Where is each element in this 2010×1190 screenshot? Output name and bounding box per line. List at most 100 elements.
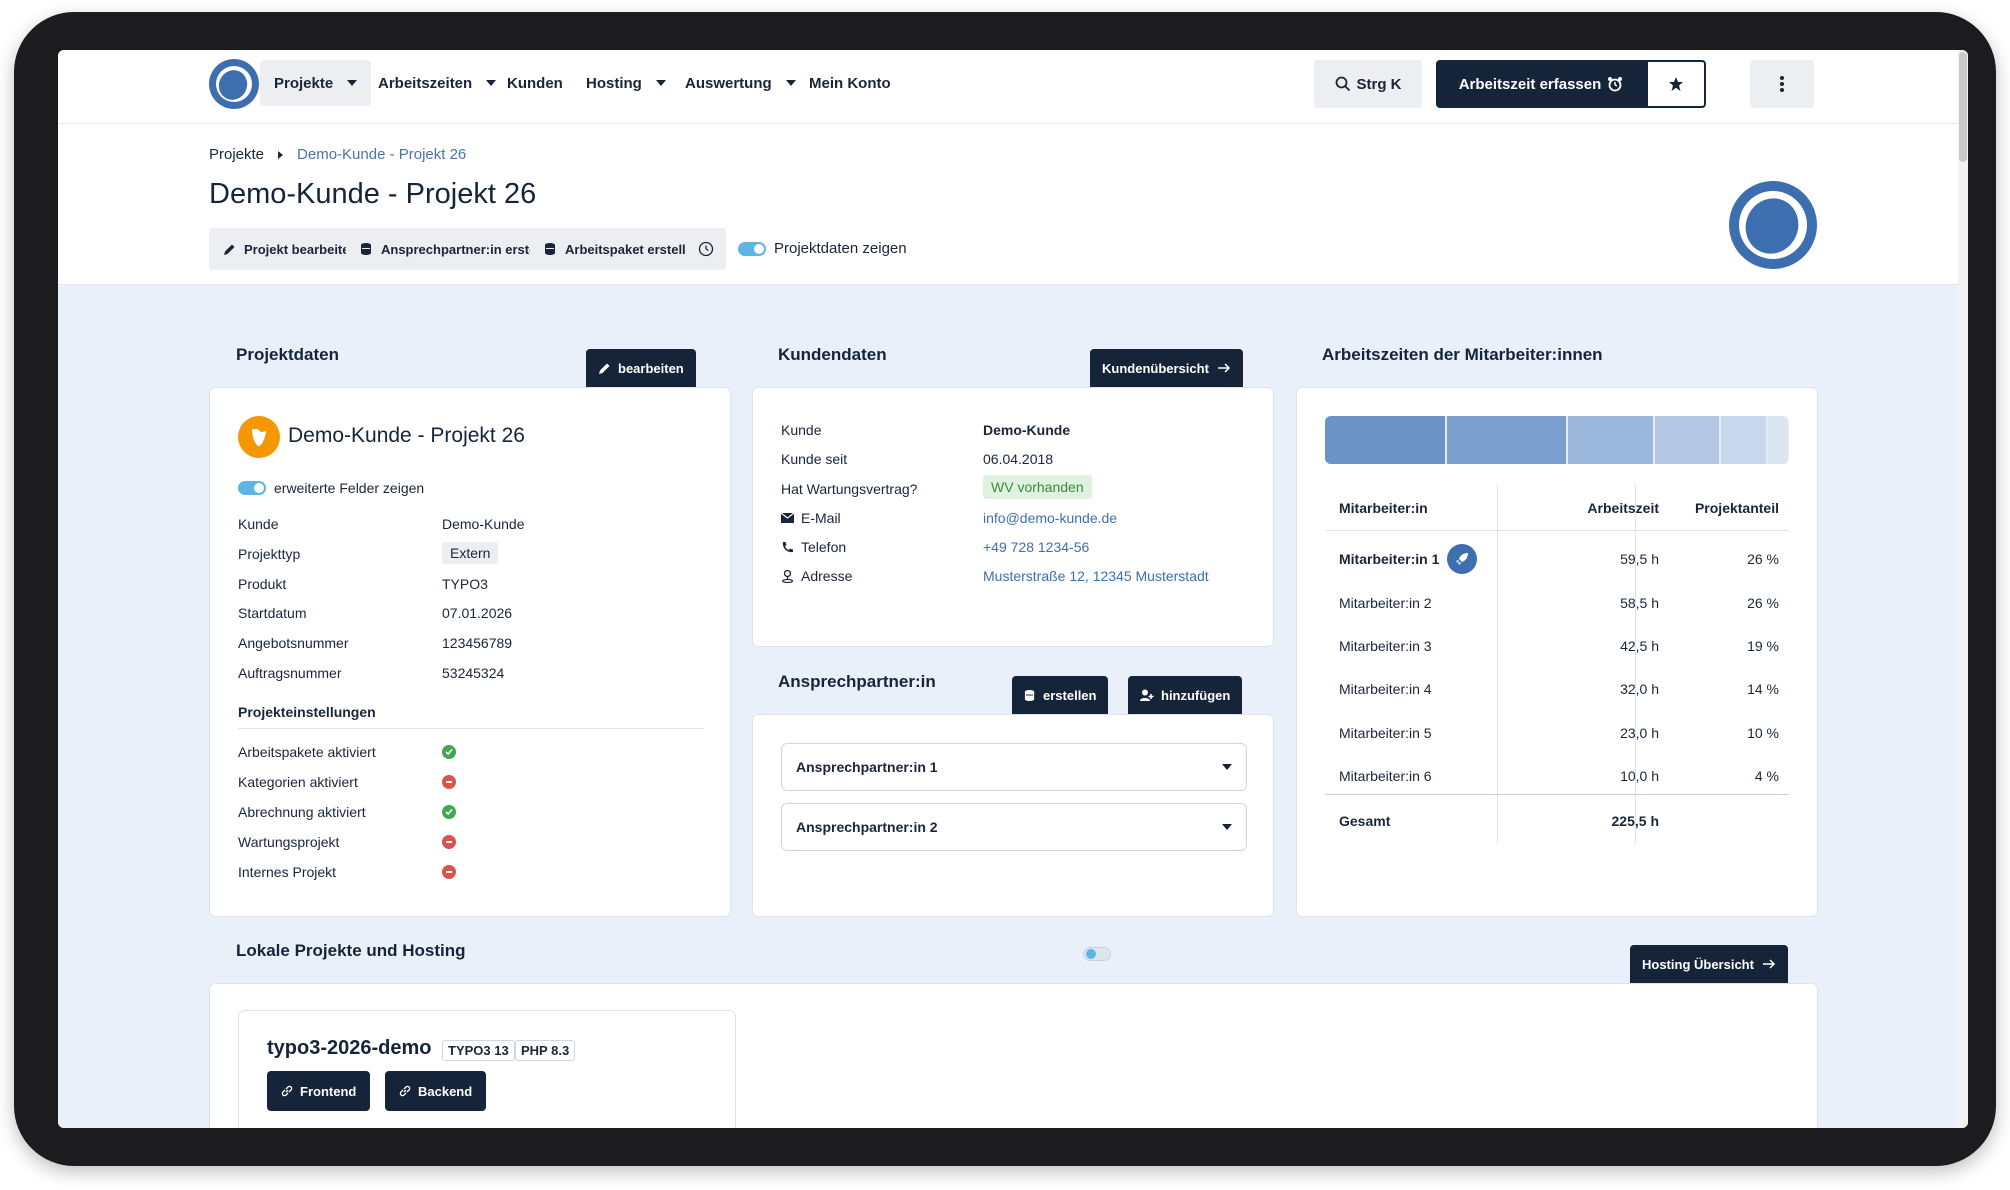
envelope-icon bbox=[781, 513, 794, 523]
pencil-icon bbox=[599, 363, 610, 374]
table-cell-share: 26 % bbox=[1747, 595, 1779, 611]
caret-down-icon bbox=[1222, 824, 1232, 830]
extended-fields-label: erweiterte Felder zeigen bbox=[274, 480, 425, 496]
history-button[interactable] bbox=[686, 228, 726, 270]
section-title-kundendaten: Kundendaten bbox=[778, 345, 887, 364]
divider bbox=[1325, 530, 1789, 531]
nav-label: Arbeitszeiten bbox=[378, 74, 473, 92]
worktime-stacked-bar bbox=[1325, 416, 1789, 464]
arrow-right-icon bbox=[1217, 363, 1230, 373]
field-label: Projekttyp bbox=[238, 546, 301, 562]
contact-dropdown[interactable]: Ansprechpartner:in 2 bbox=[781, 803, 1247, 851]
track-time-button[interactable]: Arbeitszeit erfassen bbox=[1436, 60, 1646, 108]
table-row-name: Mitarbeiter:in 3 bbox=[1339, 638, 1432, 654]
nav-projekte[interactable]: Projekte bbox=[260, 60, 372, 106]
customer-overview-button[interactable]: Kundenübersicht bbox=[1090, 349, 1243, 387]
project-card-title: Demo-Kunde - Projekt 26 bbox=[288, 424, 525, 447]
nav-arbeitszeiten[interactable]: Arbeitszeiten bbox=[364, 60, 510, 106]
page-title: Demo-Kunde - Projekt 26 bbox=[209, 178, 537, 210]
column-header: Projektanteil bbox=[1694, 500, 1779, 516]
typo3-icon bbox=[238, 416, 280, 458]
project-data-toggle[interactable] bbox=[738, 241, 766, 256]
address-link[interactable]: Musterstraße 12, 12345 Musterstadt bbox=[983, 568, 1209, 584]
project-logo bbox=[1729, 181, 1817, 269]
divider bbox=[238, 728, 704, 729]
ansprechpartner-card: Ansprechpartner:in 1 Ansprechpartner:in … bbox=[752, 714, 1274, 917]
frontend-link-button[interactable]: Frontend bbox=[267, 1071, 371, 1111]
create-label: erstellen bbox=[1043, 687, 1097, 703]
setting-label: Abrechnung aktiviert bbox=[238, 804, 366, 820]
breadcrumb-current: Demo-Kunde - Projekt 26 bbox=[297, 146, 467, 163]
worktime-bar-segment bbox=[1655, 416, 1720, 464]
nav-mein-konto[interactable]: Mein Konto bbox=[795, 60, 905, 106]
device-frame: Projekte Arbeitszeiten Kunden Hosting Au… bbox=[14, 12, 1996, 1166]
hosting-toggle[interactable] bbox=[1083, 947, 1111, 961]
nav-auswertung[interactable]: Auswertung bbox=[671, 60, 810, 106]
field-label: Auftragsnummer bbox=[238, 665, 342, 681]
email-label-row: E-Mail bbox=[781, 510, 841, 526]
table-row-name: Mitarbeiter:in 6 bbox=[1339, 768, 1432, 784]
chevron-down-icon bbox=[655, 80, 666, 86]
customer-name: Demo-Kunde bbox=[983, 422, 1071, 438]
table-cell-time: 59,5 h bbox=[1620, 551, 1659, 567]
section-title-projektdaten: Projektdaten bbox=[236, 345, 339, 364]
main-content: Projektdaten bearbeiten Demo-Kunde - Pro… bbox=[58, 284, 1968, 1128]
setting-label: Kategorien aktiviert bbox=[238, 774, 358, 790]
contact-name: Ansprechpartner:in 2 bbox=[796, 819, 938, 835]
arbeitszeiten-card: Mitarbeiter:in Arbeitszeit Projektanteil… bbox=[1296, 387, 1818, 917]
breadcrumb: Projekte Demo-Kunde - Projekt 26 bbox=[209, 146, 466, 163]
app-logo[interactable] bbox=[208, 58, 260, 110]
extended-fields-toggle[interactable] bbox=[238, 481, 266, 495]
field-label: Produkt bbox=[238, 576, 287, 592]
employee-name: Mitarbeiter:in 1 bbox=[1339, 551, 1440, 567]
breadcrumb-root-link[interactable]: Projekte bbox=[209, 146, 264, 163]
settings-title: Projekteinstellungen bbox=[238, 704, 376, 720]
version-tag: TYPO3 13 bbox=[442, 1040, 515, 1061]
check-circle-icon bbox=[442, 805, 456, 819]
table-row-name: Mitarbeiter:in 1 bbox=[1339, 544, 1478, 574]
create-contact-tab-button[interactable]: erstellen bbox=[1012, 676, 1109, 714]
table-row-name: Mitarbeiter:in 5 bbox=[1339, 725, 1432, 741]
email-link[interactable]: info@demo-kunde.de bbox=[983, 510, 1117, 526]
nav-kunden[interactable]: Kunden bbox=[493, 60, 577, 106]
project-type-badge: Extern bbox=[442, 542, 499, 564]
section-title-hosting: Lokale Projekte und Hosting bbox=[236, 941, 466, 960]
favorite-button[interactable] bbox=[1646, 60, 1706, 108]
worktime-bar-segment bbox=[1447, 416, 1566, 464]
scrollbar-thumb[interactable] bbox=[1959, 52, 1967, 162]
phone-link[interactable]: +49 728 1234-56 bbox=[983, 539, 1089, 555]
add-contact-button[interactable]: hinzufügen bbox=[1128, 676, 1243, 714]
edit-projektdaten-button[interactable]: bearbeiten bbox=[586, 349, 696, 387]
phone-label-row: Telefon bbox=[781, 539, 846, 555]
hosting-toggle-wrap bbox=[1083, 947, 1111, 966]
nav-label: Kunden bbox=[507, 74, 563, 92]
more-options-button[interactable] bbox=[1750, 60, 1814, 108]
scrollbar[interactable] bbox=[1958, 50, 1968, 1128]
frontend-label: Frontend bbox=[300, 1083, 357, 1099]
breadcrumb-separator-icon bbox=[278, 150, 284, 159]
contact-dropdown[interactable]: Ansprechpartner:in 1 bbox=[781, 743, 1247, 791]
field-label: Hat Wartungsvertrag? bbox=[781, 481, 918, 497]
local-project-name: typo3-2026-demo bbox=[267, 1037, 432, 1059]
nav-hosting[interactable]: Hosting bbox=[572, 60, 680, 106]
nav-label: Mein Konto bbox=[809, 74, 891, 92]
total-time: 225,5 h bbox=[1611, 813, 1659, 829]
setting-label: Wartungsprojekt bbox=[238, 834, 340, 850]
field-label: Angebotsnummer bbox=[238, 635, 349, 651]
star-icon bbox=[1669, 77, 1683, 91]
database-plus-icon bbox=[545, 243, 555, 255]
field-label: Startdatum bbox=[238, 605, 307, 621]
project-data-toggle-label: Projektdaten zeigen bbox=[774, 240, 907, 257]
search-button[interactable]: Strg K bbox=[1314, 60, 1422, 108]
rocket-icon bbox=[1447, 544, 1478, 574]
column-divider bbox=[1635, 484, 1636, 844]
table-cell-time: 23,0 h bbox=[1620, 725, 1659, 741]
link-icon bbox=[281, 1085, 293, 1097]
hosting-overview-button[interactable]: Hosting Übersicht bbox=[1630, 945, 1788, 983]
nav-label: Hosting bbox=[586, 74, 642, 92]
field-label: Kunde seit bbox=[781, 451, 848, 467]
user-plus-icon bbox=[1140, 689, 1154, 701]
backend-link-button[interactable]: Backend bbox=[385, 1071, 487, 1111]
clock-history-icon bbox=[698, 241, 714, 257]
field-value: Demo-Kunde bbox=[442, 516, 525, 532]
